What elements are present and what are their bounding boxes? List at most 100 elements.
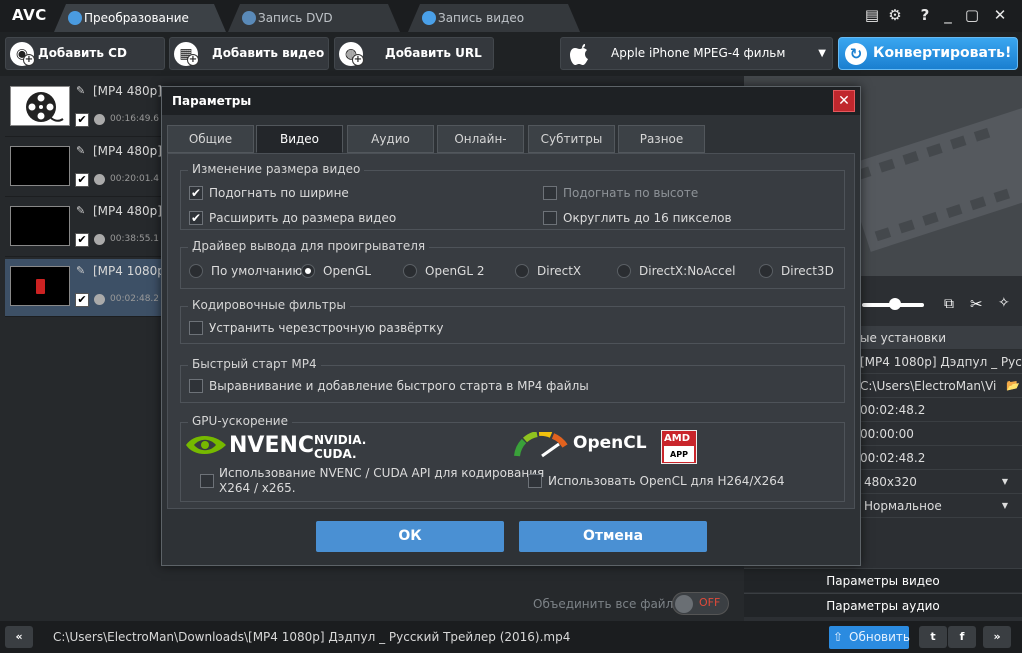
edit-icon[interactable]: ✎ [76, 264, 85, 277]
tab-audio[interactable]: Аудио [347, 125, 434, 153]
audio-params-button[interactable]: Параметры аудио [744, 593, 1022, 617]
tab-convert[interactable]: Преобразование [54, 4, 226, 32]
clock-icon [94, 114, 105, 125]
add-video-label: Добавить видео [212, 46, 325, 60]
facebook-icon[interactable]: f [948, 626, 976, 648]
property-value: C:\Users\ElectroMan\Vi [860, 379, 997, 393]
property-output-name[interactable]: [MP4 1080p] Дэдпул _ Русс [860, 350, 1022, 374]
add-video-button[interactable]: ▦ + Добавить видео [169, 37, 329, 70]
radio-directx-noaccel[interactable] [617, 264, 631, 278]
apple-icon [570, 44, 588, 65]
file-duration: 00:38:55.1 [110, 234, 160, 244]
video-params-button[interactable]: Параметры видео [744, 568, 1022, 592]
property-quality[interactable]: Нормальное ▼ [860, 494, 1022, 518]
add-url-button[interactable]: ◍ + Добавить URL [334, 37, 494, 70]
fit-height-checkbox[interactable] [543, 186, 557, 200]
update-button[interactable]: ⇧ Обновить [829, 626, 910, 649]
tab-dvd[interactable]: Запись DVD [228, 4, 400, 32]
file-checkbox[interactable]: ✔ [75, 113, 89, 127]
ok-button[interactable]: ОК [316, 521, 504, 552]
property-value: 00:00:00 [860, 427, 914, 441]
video-settings-panel: Изменение размера видео ✔ Подогнать по ш… [167, 153, 855, 509]
properties-header: ые установки [860, 326, 1022, 350]
tab-subtitles[interactable]: Субтитры [528, 125, 615, 153]
radio-default[interactable] [189, 264, 203, 278]
expand-right-button[interactable]: » [983, 626, 1011, 648]
toggle-knob [675, 595, 693, 613]
file-title: [MP4 1080p] [93, 264, 170, 278]
radio-direct3d-label: Direct3D [781, 264, 834, 278]
collapse-left-button[interactable]: « [5, 626, 33, 648]
round16-checkbox[interactable] [543, 211, 557, 225]
radio-opengl2[interactable] [403, 264, 417, 278]
log-icon[interactable]: ▤ [862, 5, 882, 25]
property-duration: 00:02:48.2 [860, 398, 1022, 422]
edit-icon[interactable]: ✎ [76, 144, 85, 157]
nvenc-checkbox[interactable] [200, 474, 214, 488]
close-window-button[interactable]: ✕ [990, 5, 1010, 25]
filters-group-title: Кодировочные фильтры [188, 298, 350, 312]
tab-online-video[interactable]: Онлайн-видео [437, 125, 524, 172]
file-checkbox[interactable]: ✔ [75, 173, 89, 187]
dialog-close-button[interactable]: ✕ [833, 90, 855, 112]
folder-open-icon[interactable]: 📂 [1006, 374, 1020, 397]
fit-width-label: Подогнать по ширине [209, 186, 349, 200]
toggle-state: OFF [699, 596, 721, 609]
list-item-selected[interactable]: ✎ [MP4 1080p] ✔ 00:02:48.2 [5, 259, 170, 317]
dialog-footer: ОК Отмена [162, 509, 860, 565]
merge-toggle[interactable]: OFF [672, 592, 729, 615]
add-cd-button[interactable]: ◉ + Добавить CD диск ▼ [5, 37, 165, 91]
update-label: Обновить [849, 630, 910, 644]
list-item[interactable]: ✎ [MP4 480p] H ✔ 00:16:49.6 [5, 79, 175, 137]
faststart-checkbox[interactable] [189, 379, 203, 393]
chevron-down-icon: ▼ [1001, 501, 1008, 510]
phone-frame-icon [36, 279, 45, 294]
edit-icon[interactable]: ✎ [76, 84, 85, 97]
cuda-logo: CUDA. [314, 447, 357, 461]
file-checkbox[interactable]: ✔ [75, 233, 89, 247]
tab-record[interactable]: Запись видео [408, 4, 580, 32]
edit-icon[interactable]: ✎ [76, 204, 85, 217]
settings-gear-icon[interactable]: ⚙ [885, 5, 905, 25]
clock-icon [94, 174, 105, 185]
nvidia-logo: NVIDIA. [314, 433, 367, 447]
nvidia-eye-icon [186, 436, 226, 454]
property-start-time[interactable]: 00:00:00 [860, 422, 1022, 446]
play-tab-icon [422, 11, 436, 25]
add-url-label: Добавить URL [385, 46, 482, 60]
opencl-checkbox[interactable] [528, 474, 542, 488]
convert-button[interactable]: ↻ Конвертировать! [838, 37, 1018, 70]
property-resolution[interactable]: 480x320 ▼ [860, 470, 1022, 494]
radio-direct3d[interactable] [759, 264, 773, 278]
cancel-button[interactable]: Отмена [519, 521, 707, 552]
tab-general[interactable]: Общие [167, 125, 254, 153]
expand-video-checkbox[interactable]: ✔ [189, 211, 203, 225]
tab-misc[interactable]: Разное [618, 125, 705, 153]
convert-label: Конвертировать! [873, 45, 1012, 61]
output-profile-select[interactable]: Apple iPhone MPEG-4 фильм (*.mp4) ▼ [560, 37, 833, 91]
dialog-title: Параметры [172, 94, 252, 108]
fit-width-checkbox[interactable]: ✔ [189, 186, 203, 200]
property-output-folder[interactable]: C:\Users\ElectroMan\Vi 📂 [860, 374, 1022, 398]
radio-opengl[interactable] [301, 264, 315, 278]
scissors-icon[interactable]: ✂ [970, 295, 983, 313]
help-button[interactable]: ? [915, 5, 935, 25]
twitter-icon[interactable]: t [919, 626, 947, 648]
file-checkbox[interactable]: ✔ [75, 293, 89, 307]
gpu-group: GPU-ускорение NVENC NVIDIA. CUDA. OpenCL… [180, 414, 845, 502]
minimize-button[interactable]: _ [938, 5, 958, 25]
file-duration: 00:20:01.4 [110, 174, 160, 184]
tab-video[interactable]: Видео [256, 125, 343, 153]
property-end-time[interactable]: 00:02:48.2 [860, 446, 1022, 470]
maximize-button[interactable]: ▢ [962, 5, 982, 25]
nvenc-label-line2: X264 / x265. [219, 481, 296, 495]
slider-knob[interactable] [889, 298, 901, 310]
radio-directx[interactable] [515, 264, 529, 278]
opencl-option-label: Использовать OpenCL для H264/X264 [548, 474, 785, 488]
deinterlace-checkbox[interactable] [189, 321, 203, 335]
list-item[interactable]: ✎ [MP4 480p] H ✔ 00:20:01.4 [5, 139, 175, 197]
crop-icon[interactable]: ⧉ [944, 296, 954, 312]
list-item[interactable]: ✎ [MP4 480p] C ✔ 00:38:55.1 [5, 199, 174, 257]
effects-wand-icon[interactable]: ✧ [998, 295, 1010, 311]
disc-tab-icon [242, 11, 256, 25]
